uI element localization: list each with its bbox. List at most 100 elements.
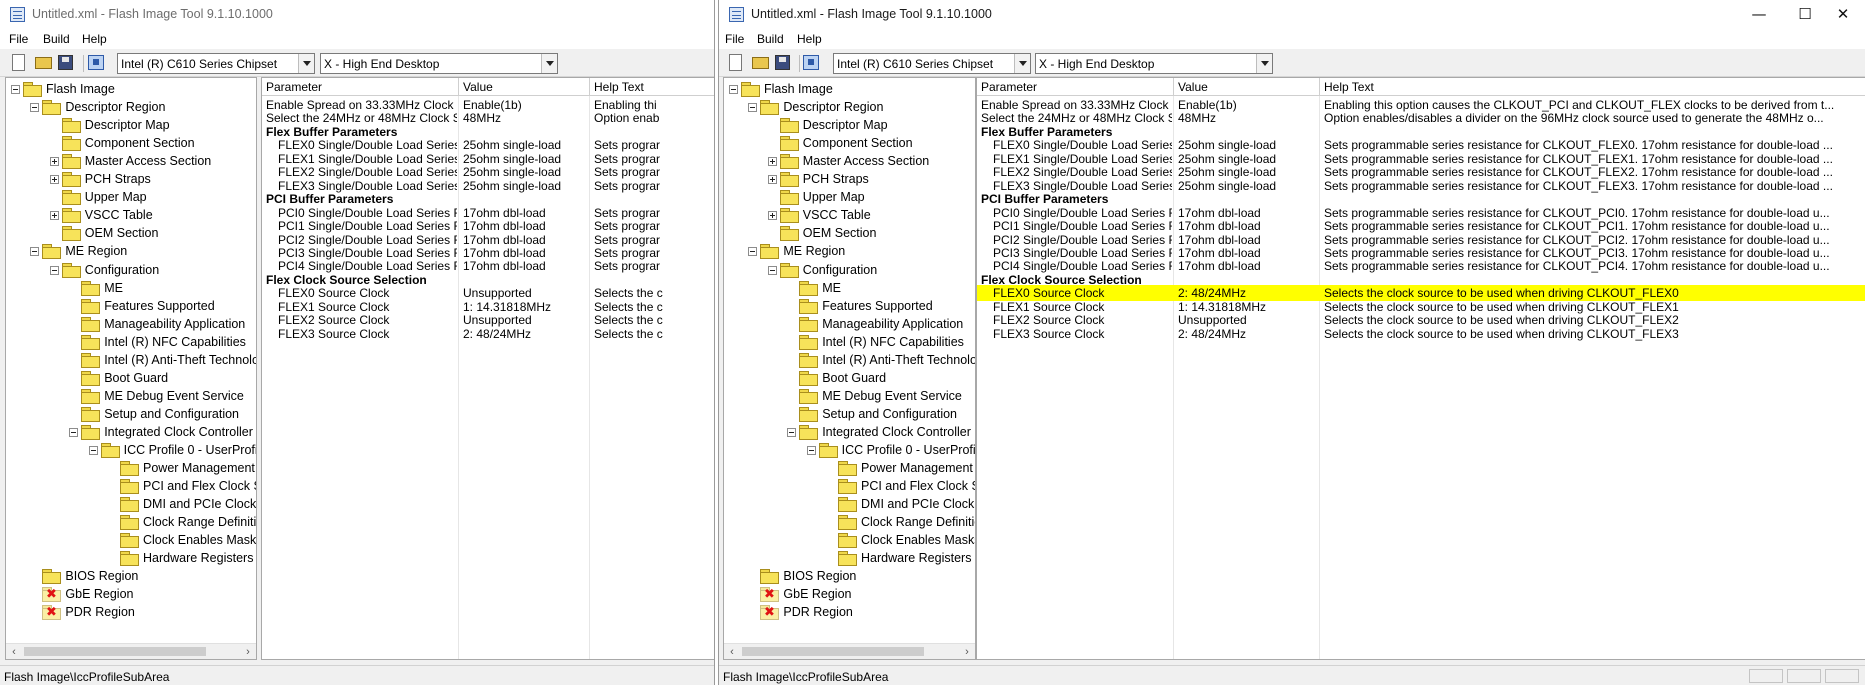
chevron-down-icon[interactable]: [541, 54, 557, 73]
table-row[interactable]: FLEX3 Source Clock 2: 48/24MHz Selects the…: [977, 326, 1865, 342]
collapse-minus-icon[interactable]: [49, 265, 59, 275]
folder-icon: [799, 298, 819, 314]
parameter-grid[interactable]: Parameter Value Help Text Enable Spread on …: [976, 77, 1865, 660]
scroll-right-icon[interactable]: ›: [959, 644, 975, 659]
new-file-icon[interactable]: [729, 54, 742, 71]
scroll-thumb[interactable]: [24, 647, 206, 656]
tree-node-label: Intel (R) NFC Capabilities: [104, 334, 246, 349]
chevron-down-icon[interactable]: [1014, 54, 1030, 73]
tree-node-label: PCH Straps: [84, 172, 151, 187]
column-header-value[interactable]: Value: [1174, 78, 1320, 96]
collapse-minus-icon[interactable]: [69, 427, 79, 437]
open-folder-icon[interactable]: [752, 57, 769, 69]
tree-node-label: DMI and PCIe Clock S: [861, 497, 976, 512]
column-header-parameter[interactable]: Parameter: [262, 78, 459, 96]
menu-build[interactable]: Build: [43, 32, 70, 46]
sku-select[interactable]: X - High End Desktop: [1035, 53, 1273, 74]
collapse-minus-icon[interactable]: [787, 427, 797, 437]
collapse-minus-icon[interactable]: [748, 103, 758, 113]
folder-icon: [838, 551, 857, 567]
tree-node-label: VSCC Table: [802, 208, 871, 223]
menu-help[interactable]: Help: [82, 32, 107, 46]
navigation-tree[interactable]: ✖ PDR Region ✖ GbE Region BIOS Region Hardwar…: [5, 77, 257, 660]
scroll-thumb[interactable]: [742, 647, 924, 656]
tree-node-label: Descriptor Map: [84, 118, 170, 133]
folder-icon: [779, 118, 799, 134]
collapse-minus-icon[interactable]: [729, 85, 738, 94]
save-icon[interactable]: [775, 55, 790, 70]
scroll-left-icon[interactable]: ‹: [724, 644, 740, 659]
title-bar[interactable]: Untitled.xml - Flash Image Tool 9.1.10.1…: [719, 0, 1865, 30]
chipset-select[interactable]: Intel (R) C610 Series Chipset: [117, 53, 315, 74]
expand-plus-icon[interactable]: [49, 157, 59, 167]
table-row[interactable]: FLEX3 Source Clock 2: 48/24MHz Selects the…: [262, 326, 714, 342]
close-icon[interactable]: ✕: [1820, 0, 1865, 30]
column-header-value[interactable]: Value: [459, 78, 590, 96]
sku-value: X - High End Desktop: [324, 57, 440, 71]
tree-horizontal-scrollbar[interactable]: ‹ ›: [724, 643, 975, 659]
column-header-parameter[interactable]: Parameter: [977, 78, 1174, 96]
scroll-right-icon[interactable]: ›: [240, 644, 256, 659]
sku-value: X - High End Desktop: [1039, 57, 1155, 71]
folder-icon: [81, 406, 101, 422]
navigation-tree[interactable]: ✖ PDR Region ✖ GbE Region BIOS Region Hardwar…: [723, 77, 976, 660]
parameter-cell: FLEX3 Source Clock: [278, 326, 390, 341]
chevron-down-icon[interactable]: [1256, 54, 1272, 73]
tree-node-label: PCH Straps: [802, 172, 869, 187]
folder-icon: [61, 172, 81, 188]
column-header-help-text[interactable]: Help Text: [590, 78, 714, 96]
build-image-icon[interactable]: [88, 55, 104, 70]
expand-plus-icon[interactable]: [49, 175, 59, 185]
folder-icon: [42, 244, 62, 260]
column-header-help-text[interactable]: Help Text: [1320, 78, 1865, 96]
collapse-minus-icon[interactable]: [767, 265, 777, 275]
tree-horizontal-scrollbar[interactable]: ‹ ›: [6, 643, 256, 659]
tree-node-label: ME Debug Event Service: [104, 388, 244, 403]
menu-build[interactable]: Build: [757, 32, 784, 46]
tree-node-label: PCI and Flex Clock Set: [861, 479, 975, 494]
folder-icon: [799, 316, 819, 332]
parameter-cell: FLEX3 Source Clock: [993, 326, 1105, 341]
new-file-icon[interactable]: [12, 54, 25, 71]
tree-node-label: Upper Map: [802, 190, 865, 205]
collapse-minus-icon[interactable]: [88, 446, 98, 455]
tree-node-label: Hardware Registers: [143, 551, 254, 566]
minimize-icon[interactable]: —: [1736, 0, 1782, 30]
chipset-select[interactable]: Intel (R) C610 Series Chipset: [833, 53, 1031, 74]
tree-node-label: PDR Region: [65, 605, 135, 620]
collapse-minus-icon[interactable]: [748, 247, 758, 257]
value-cell: 2: 48/24MHz: [1178, 326, 1247, 341]
expand-plus-icon[interactable]: [767, 157, 777, 167]
save-icon[interactable]: [58, 55, 73, 70]
menu-bar: File Build Help: [0, 30, 714, 49]
folder-icon: [799, 388, 819, 404]
build-image-icon[interactable]: [803, 55, 819, 70]
menu-file[interactable]: File: [9, 32, 28, 46]
menu-help[interactable]: Help: [797, 32, 822, 46]
help-text-cell: Selects the clock source to be used when…: [1324, 326, 1679, 341]
tree-node-label: BIOS Region: [783, 569, 857, 584]
tree-node-label: Clock Range Definitio: [861, 515, 976, 530]
window-title: Untitled.xml - Flash Image Tool 9.1.10.1…: [32, 7, 273, 21]
tree-node-label: PCI and Flex Clock Set: [143, 479, 256, 494]
title-bar[interactable]: Untitled.xml - Flash Image Tool 9.1.10.1…: [0, 0, 714, 30]
collapse-minus-icon[interactable]: [30, 103, 40, 113]
tree-node-label: OEM Section: [84, 226, 159, 241]
collapse-minus-icon[interactable]: [806, 446, 816, 455]
chevron-down-icon[interactable]: [298, 54, 314, 73]
open-folder-icon[interactable]: [35, 57, 52, 69]
folder-icon: [81, 352, 101, 368]
collapse-minus-icon[interactable]: [11, 85, 20, 94]
scroll-left-icon[interactable]: ‹: [6, 644, 22, 659]
menu-file[interactable]: File: [725, 32, 744, 46]
parameter-grid[interactable]: Parameter Value Help Text Enable Spread on …: [261, 77, 714, 660]
folder-icon: [23, 82, 42, 97]
folder-icon: [120, 497, 139, 513]
expand-plus-icon[interactable]: [49, 211, 59, 221]
expand-plus-icon[interactable]: [767, 211, 777, 221]
expand-plus-icon[interactable]: [767, 175, 777, 185]
tree-node-label: Boot Guard: [822, 370, 887, 385]
sku-select[interactable]: X - High End Desktop: [320, 53, 558, 74]
tree-node-label: OEM Section: [802, 226, 877, 241]
collapse-minus-icon[interactable]: [30, 247, 40, 257]
